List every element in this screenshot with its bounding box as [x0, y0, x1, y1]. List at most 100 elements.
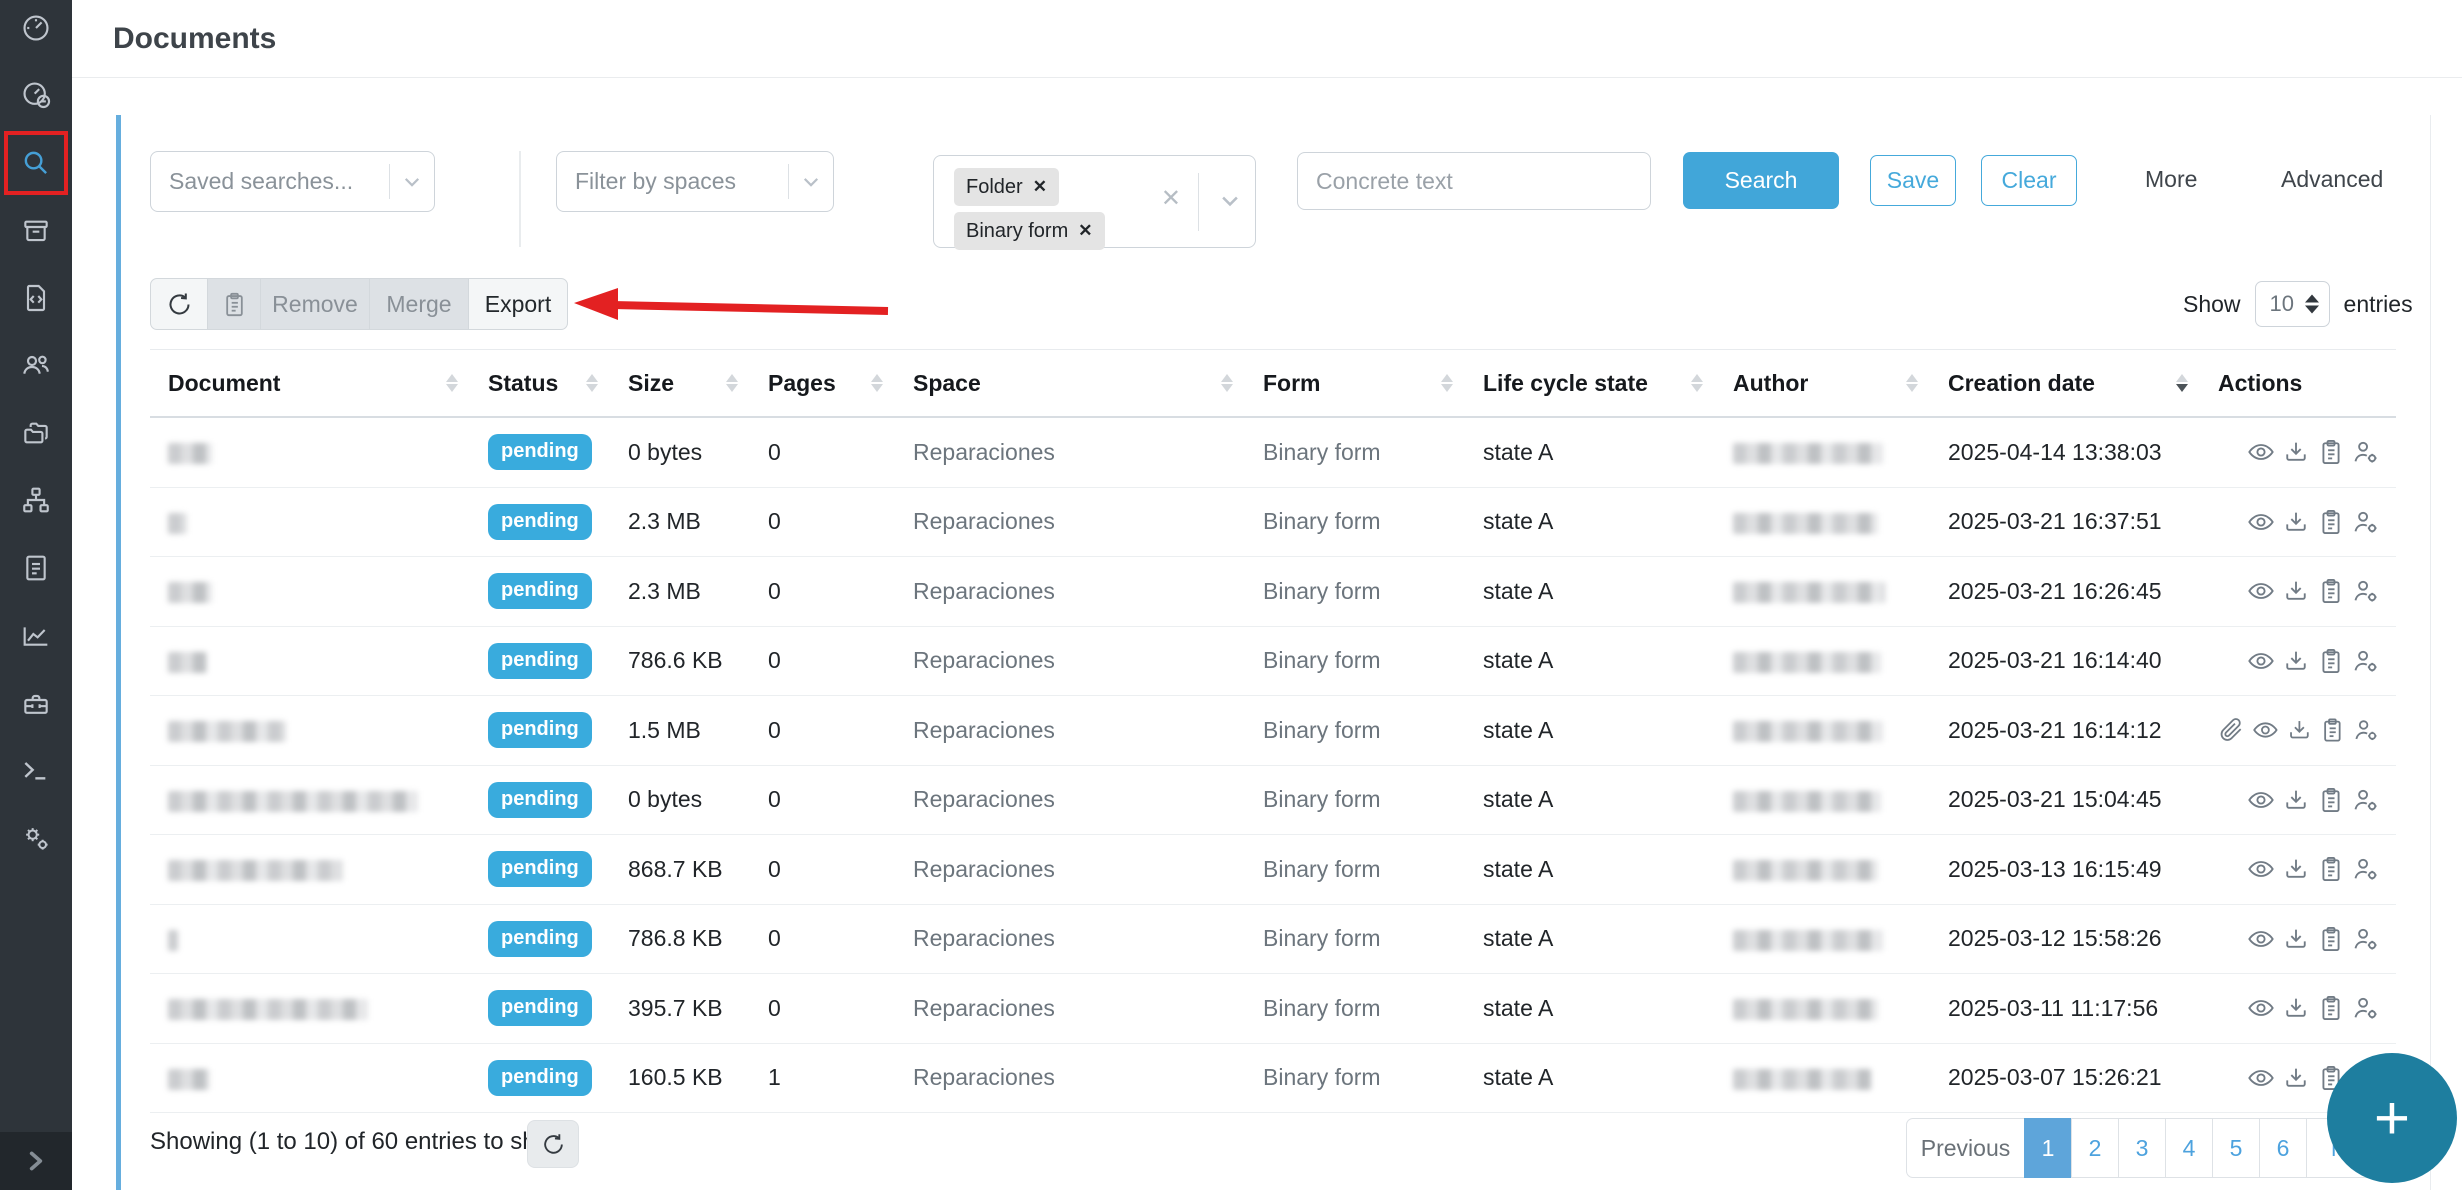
copy-metadata-icon[interactable]: [2317, 994, 2345, 1022]
toolbox-icon[interactable]: [20, 688, 52, 720]
copy-metadata-icon[interactable]: [2317, 925, 2345, 953]
clear-button[interactable]: Clear: [1981, 155, 2077, 206]
col-header-space[interactable]: Space: [895, 370, 1245, 397]
permissions-icon[interactable]: [2352, 786, 2380, 814]
col-header-status[interactable]: Status: [470, 370, 610, 397]
pagination-previous[interactable]: Previous: [1906, 1118, 2025, 1178]
table-row[interactable]: pending395.7 KB0ReparacionesBinary forms…: [150, 974, 2396, 1044]
copy-metadata-icon[interactable]: [2317, 577, 2345, 605]
advanced-link[interactable]: Advanced: [2281, 166, 2383, 193]
col-header-form[interactable]: Form: [1245, 370, 1465, 397]
pagination-page-2[interactable]: 2: [2071, 1118, 2119, 1178]
page-size-select[interactable]: 10: [2255, 281, 2330, 327]
view-icon[interactable]: [2252, 716, 2279, 744]
download-icon[interactable]: [2282, 647, 2310, 675]
permissions-icon[interactable]: [2353, 716, 2380, 744]
search-button[interactable]: Search: [1683, 152, 1839, 209]
filter-tag-binary-form[interactable]: Binary form ✕: [954, 212, 1105, 250]
type-filter-multiselect[interactable]: Folder ✕ Binary form ✕ ✕: [933, 155, 1256, 248]
download-icon[interactable]: [2282, 508, 2310, 536]
download-icon[interactable]: [2282, 855, 2310, 883]
copy-metadata-icon[interactable]: [2317, 508, 2345, 536]
permissions-icon[interactable]: [2352, 855, 2380, 883]
more-link[interactable]: More: [2145, 166, 2197, 193]
refresh-button[interactable]: [150, 278, 208, 330]
table-row[interactable]: pending868.7 KB0ReparacionesBinary forms…: [150, 835, 2396, 905]
download-icon[interactable]: [2282, 925, 2310, 953]
terminal-icon[interactable]: [20, 755, 52, 787]
download-icon[interactable]: [2282, 994, 2310, 1022]
documents-icon[interactable]: [20, 552, 52, 584]
pagination-page-5[interactable]: 5: [2212, 1118, 2260, 1178]
table-row[interactable]: pending160.5 KB1ReparacionesBinary forms…: [150, 1044, 2396, 1114]
view-icon[interactable]: [2247, 786, 2275, 814]
export-button[interactable]: Export: [468, 278, 568, 330]
col-header-life-cycle-state[interactable]: Life cycle state: [1465, 370, 1715, 397]
copy-metadata-icon[interactable]: [2317, 855, 2345, 883]
pagination-page-3[interactable]: 3: [2118, 1118, 2166, 1178]
permissions-icon[interactable]: [2352, 438, 2380, 466]
col-header-creation-date[interactable]: Creation date: [1930, 370, 2200, 397]
filter-spaces-select[interactable]: Filter by spaces: [556, 151, 834, 212]
table-row[interactable]: pending786.8 KB0ReparacionesBinary forms…: [150, 905, 2396, 975]
saved-searches-select[interactable]: Saved searches...: [150, 151, 435, 212]
settings-gears-icon[interactable]: [20, 822, 52, 854]
remove-tag-icon[interactable]: ✕: [1033, 177, 1047, 197]
table-row[interactable]: pending1.5 MB0ReparacionesBinary formsta…: [150, 696, 2396, 766]
table-row[interactable]: pending2.3 MB0ReparacionesBinary formsta…: [150, 557, 2396, 627]
table-row[interactable]: pending0 bytes0ReparacionesBinary formst…: [150, 766, 2396, 836]
copy-metadata-icon[interactable]: [2319, 716, 2346, 744]
table-row[interactable]: pending0 bytes0ReparacionesBinary formst…: [150, 418, 2396, 488]
download-icon[interactable]: [2282, 577, 2310, 605]
charts-icon[interactable]: [20, 620, 52, 652]
permissions-icon[interactable]: [2352, 994, 2380, 1022]
refresh-results-button[interactable]: [527, 1120, 579, 1168]
download-icon[interactable]: [2282, 1064, 2310, 1092]
view-icon[interactable]: [2247, 925, 2275, 953]
col-header-pages[interactable]: Pages: [750, 370, 895, 397]
save-button[interactable]: Save: [1870, 155, 1956, 206]
sitemap-icon[interactable]: [20, 484, 52, 516]
permissions-icon[interactable]: [2352, 577, 2380, 605]
col-header-author[interactable]: Author: [1715, 370, 1930, 397]
clear-tags-icon[interactable]: ✕: [1161, 184, 1181, 213]
copy-to-clipboard-button[interactable]: [207, 278, 261, 330]
remove-button[interactable]: Remove: [260, 278, 370, 330]
concrete-text-input[interactable]: [1297, 152, 1651, 210]
table-row[interactable]: pending786.6 KB0ReparacionesBinary forms…: [150, 627, 2396, 697]
add-document-fab[interactable]: +: [2327, 1053, 2457, 1183]
col-header-document[interactable]: Document: [150, 370, 470, 397]
file-code-icon[interactable]: [20, 282, 52, 314]
view-icon[interactable]: [2247, 577, 2275, 605]
table-row[interactable]: pending2.3 MB0ReparacionesBinary formsta…: [150, 488, 2396, 558]
merge-button[interactable]: Merge: [369, 278, 469, 330]
view-icon[interactable]: [2247, 508, 2275, 536]
attachment-icon[interactable]: [2218, 716, 2245, 744]
view-icon[interactable]: [2247, 647, 2275, 675]
filter-tag-folder[interactable]: Folder ✕: [954, 168, 1059, 206]
copy-metadata-icon[interactable]: [2317, 786, 2345, 814]
copy-metadata-icon[interactable]: [2317, 438, 2345, 466]
pagination-page-1[interactable]: 1: [2024, 1118, 2072, 1178]
pagination-page-6[interactable]: 6: [2259, 1118, 2307, 1178]
users-icon[interactable]: [20, 349, 52, 381]
pagination-page-4[interactable]: 4: [2165, 1118, 2213, 1178]
archive-icon[interactable]: [20, 215, 52, 247]
dashboard-icon[interactable]: [20, 12, 52, 44]
view-icon[interactable]: [2247, 438, 2275, 466]
sidebar-expand-button[interactable]: [0, 1132, 72, 1190]
copy-metadata-icon[interactable]: [2317, 647, 2345, 675]
download-icon[interactable]: [2286, 716, 2313, 744]
permissions-icon[interactable]: [2352, 647, 2380, 675]
download-icon[interactable]: [2282, 438, 2310, 466]
folders-icon[interactable]: [20, 417, 52, 449]
view-icon[interactable]: [2247, 855, 2275, 883]
view-icon[interactable]: [2247, 994, 2275, 1022]
download-icon[interactable]: [2282, 786, 2310, 814]
remove-tag-icon[interactable]: ✕: [1078, 221, 1092, 241]
view-icon[interactable]: [2247, 1064, 2275, 1092]
col-header-size[interactable]: Size: [610, 370, 750, 397]
permissions-icon[interactable]: [2352, 508, 2380, 536]
permissions-icon[interactable]: [2352, 925, 2380, 953]
monitoring-icon[interactable]: [20, 79, 52, 111]
